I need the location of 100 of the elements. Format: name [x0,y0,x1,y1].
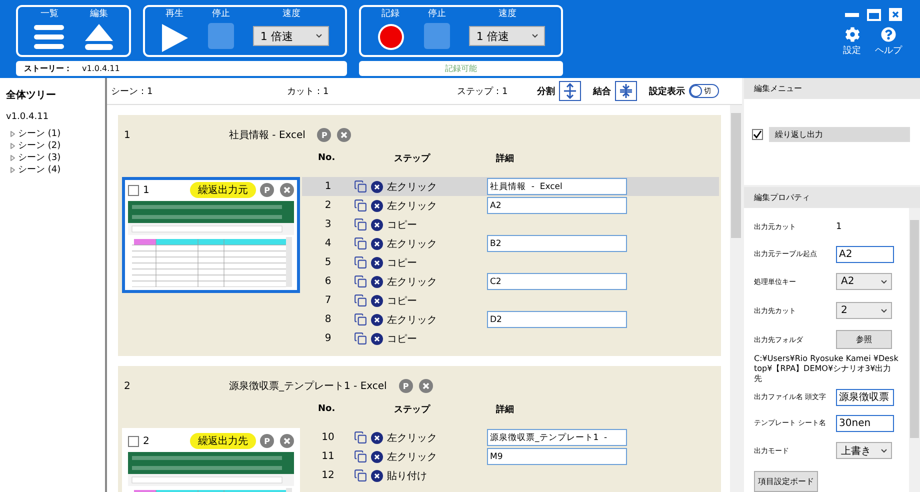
detail-field[interactable]: C2 [487,273,627,290]
settings-icon [844,27,860,42]
checkbox[interactable] [752,129,763,140]
tree-item[interactable]: シーン (4) [6,164,99,176]
copy-icon[interactable] [354,180,367,193]
property-input[interactable]: 源泉徴収票 [836,388,894,406]
delete-icon[interactable] [371,314,383,326]
copy-icon[interactable] [354,237,367,250]
maximize-icon[interactable] [867,8,881,20]
copy-icon[interactable] [354,294,367,307]
property-input[interactable]: 30nen [836,414,894,432]
scrollbar[interactable] [909,208,920,492]
scene-number: 2 [123,380,132,392]
property-dropdown[interactable]: A2 [836,273,892,290]
merge-button[interactable] [615,81,637,101]
step-number: 2 [324,200,332,211]
tree-item[interactable]: シーン (3) [6,152,99,164]
delete-icon[interactable] [371,294,383,306]
detail-field[interactable]: B2 [487,235,627,252]
settings-button[interactable]: 設定 [843,27,861,57]
copy-icon[interactable] [354,431,367,444]
close-icon[interactable] [280,183,294,197]
p-button[interactable]: P [260,183,274,197]
speed-dropdown[interactable]: 1 倍速 [469,26,546,46]
menu-icon[interactable] [33,23,66,51]
caret-icon [881,448,887,452]
cut-thumbnail-card[interactable]: 1 繰返出力元 P [122,177,300,293]
close-icon[interactable] [889,8,902,21]
delete-icon[interactable] [371,200,383,212]
delete-icon[interactable] [371,256,383,268]
column-header: No. [318,404,336,414]
detail-field[interactable]: 社員情報 - Excel [487,178,627,195]
tree-root: v1.0.4.11 [6,112,50,122]
record-icon[interactable] [376,23,405,51]
p-button[interactable]: P [260,434,274,448]
eject-icon[interactable] [84,23,114,51]
play-label: 再生 [166,9,184,20]
split-button[interactable] [559,81,581,101]
settings-board-button[interactable]: 項目設定ボード [754,471,818,492]
step-row[interactable]: 12 貼り付け [302,466,719,485]
delete-icon[interactable] [371,332,383,344]
copy-icon[interactable] [354,313,367,326]
minimize-icon[interactable] [845,12,859,16]
close-icon[interactable] [337,128,352,142]
copy-icon[interactable] [354,199,367,212]
step-row[interactable]: 10 左クリック 源泉徴収票_テンプレート1 - [302,428,719,447]
close-icon[interactable] [418,379,433,393]
property-dropdown[interactable]: 上書き [836,442,892,459]
browse-button[interactable]: 参照 [836,330,892,349]
help-button[interactable]: ヘルプ [875,27,902,57]
step-action: コピー [387,256,418,270]
tree-item[interactable]: シーン (1) [6,128,99,140]
delete-icon[interactable] [371,180,383,192]
caret-icon [532,34,538,38]
copy-icon[interactable] [354,332,367,345]
property-input[interactable]: A2 [836,246,894,262]
cut-number: 2 [143,436,150,446]
tree-item[interactable]: シーン (2) [6,140,99,152]
step-action: 左クリック [387,180,438,194]
cut-thumbnail-card[interactable]: 2 繰返出力先 P [122,428,300,492]
step-row[interactable]: 11 左クリック M9 [302,447,719,466]
checkbox[interactable] [128,436,139,446]
scrollbar[interactable] [730,105,742,492]
delete-icon[interactable] [371,450,383,462]
p-button[interactable]: P [317,128,332,142]
delete-icon[interactable] [371,470,383,482]
scene-title: 源泉徴収票_テンプレート1 - Excel [229,380,387,393]
step-row[interactable]: 4 左クリック B2 [302,234,719,253]
detail-field[interactable]: M9 [487,448,627,465]
copy-icon[interactable] [354,275,367,288]
delete-icon[interactable] [371,238,383,250]
step-row[interactable]: 7 コピー [302,291,719,310]
repeat-output-tag: 繰返出力元 [190,182,256,198]
checkbox[interactable] [128,184,139,196]
column-header: ステップ [394,403,432,416]
step-action: 左クリック [387,276,438,288]
delete-icon[interactable] [371,218,383,230]
p-button[interactable]: P [398,379,413,393]
copy-icon[interactable] [354,450,367,463]
copy-icon[interactable] [354,256,367,269]
step-row[interactable]: 3 コピー [302,215,719,234]
cut-number: 1 [143,184,150,196]
close-icon[interactable] [280,434,294,448]
property-dropdown[interactable]: 2 [836,302,892,319]
play-icon[interactable] [160,23,189,53]
detail-field[interactable]: A2 [487,197,627,214]
step-row[interactable]: 9 コピー [302,329,719,348]
step-row[interactable]: 5 コピー [302,253,719,272]
delete-icon[interactable] [371,432,383,444]
step-row[interactable]: 8 左クリック D2 [302,310,719,329]
step-row[interactable]: 1 左クリック 社員情報 - Excel [302,177,719,196]
detail-field[interactable]: 源泉徴収票_テンプレート1 - [487,429,627,446]
detail-field[interactable]: D2 [487,311,627,328]
step-row[interactable]: 2 左クリック A2 [302,196,719,215]
copy-icon[interactable] [354,469,367,482]
copy-icon[interactable] [354,218,367,231]
menu-item[interactable]: 繰り返し出力 [769,127,910,142]
step-row[interactable]: 6 左クリック C2 [302,272,719,291]
speed-dropdown[interactable]: 1 倍速 [253,26,330,46]
delete-icon[interactable] [371,276,383,288]
